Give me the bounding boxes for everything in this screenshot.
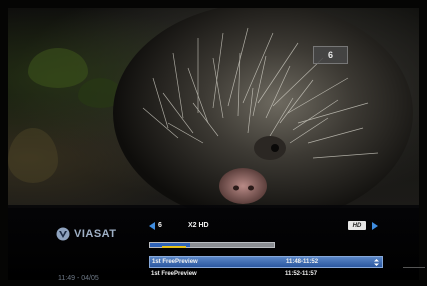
video-picture: 6 — [8, 8, 419, 208]
channel-number-overlay: 6 — [313, 46, 348, 64]
porcupine-image — [113, 8, 413, 208]
logo-text: VIASAT — [74, 228, 117, 240]
viasat-logo-icon — [56, 227, 70, 241]
channel-name: X2 HD — [188, 222, 209, 229]
tv-screen: 6 VIASAT 11:49 - 04/05 6 X2 HD HD 1st Fr… — [0, 0, 427, 286]
program-title: 1st FreePreview — [151, 271, 197, 277]
scroll-updown-icon[interactable] — [374, 259, 379, 266]
program-title: 1st FreePreview — [152, 259, 198, 265]
hd-badge: HD — [348, 221, 366, 230]
progress-marker — [161, 246, 186, 248]
chevron-left-icon[interactable] — [149, 222, 155, 230]
clock-date: 11:49 - 04/05 — [58, 275, 99, 282]
chevron-right-icon[interactable] — [372, 222, 378, 230]
divider-line — [403, 267, 425, 268]
program-time: 11:48-11:52 — [286, 259, 319, 265]
program-time: 11:52-11:57 — [285, 271, 318, 277]
program-progress-bar — [149, 242, 275, 248]
program-list: 1st FreePreview 11:48-11:52 1st FreePrev… — [149, 256, 383, 280]
info-banner: VIASAT 11:49 - 04/05 6 X2 HD HD 1st Free… — [8, 205, 425, 282]
program-row-current[interactable]: 1st FreePreview 11:48-11:52 — [149, 256, 383, 268]
channel-number: 6 — [158, 222, 162, 229]
program-row-next[interactable]: 1st FreePreview 11:52-11:57 — [149, 268, 383, 280]
video-frame: 6 VIASAT 11:49 - 04/05 6 X2 HD HD 1st Fr… — [8, 8, 425, 282]
viasat-logo: VIASAT — [56, 227, 117, 241]
